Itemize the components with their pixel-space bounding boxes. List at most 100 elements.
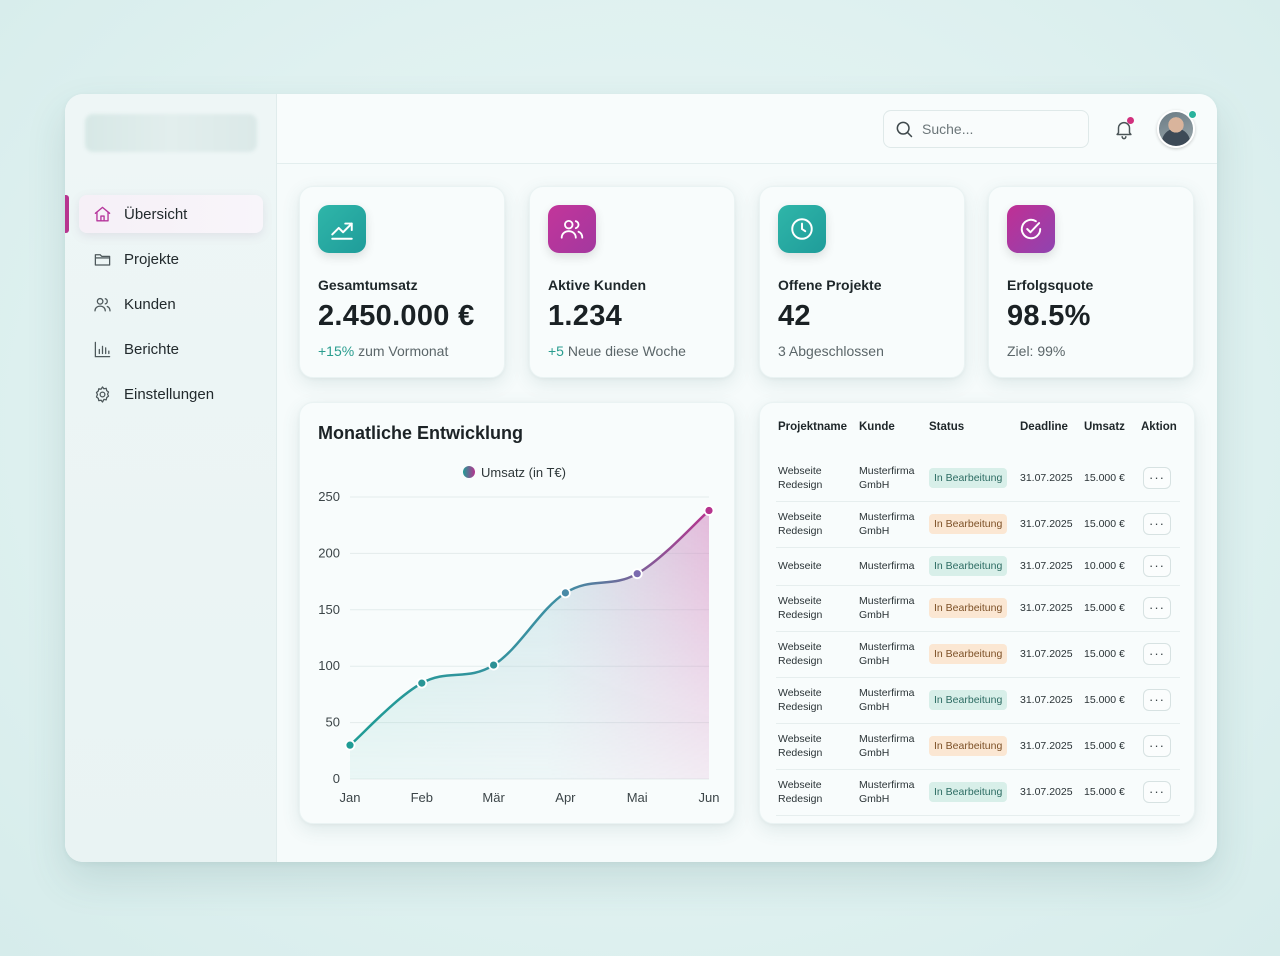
cell-project-name: Webseite Redesign: [776, 723, 857, 770]
kpi-icon-box: [1007, 205, 1055, 253]
active-indicator: [65, 195, 69, 233]
cell-action: ···: [1139, 501, 1180, 548]
table-row[interactable]: Webseite Redesign Musterfirma GmbH In Bear…: [776, 631, 1180, 678]
table-row[interactable]: Webseite Redesign Musterfirma GmbH In Bear…: [776, 585, 1180, 632]
kpi-title: Gesamtumsatz: [318, 277, 418, 293]
cell-deadline-text: 31.07.2025: [1020, 560, 1073, 572]
cell-amount-text: 15.000 €: [1084, 648, 1125, 660]
check-circle-icon: [1020, 218, 1042, 240]
status-badge: In Bearbeitung: [929, 598, 1008, 618]
kpi-value: 98.5%: [1007, 300, 1091, 332]
more-actions-button[interactable]: ···: [1143, 643, 1171, 665]
y-tick-label: 200: [318, 545, 340, 560]
more-actions-button[interactable]: ···: [1143, 597, 1171, 619]
y-tick-label: 250: [318, 489, 340, 504]
more-actions-button[interactable]: ···: [1143, 689, 1171, 711]
cell-amount-text: 15.000 €: [1084, 471, 1125, 484]
home-icon: [94, 206, 111, 222]
column-header[interactable]: Kunde: [857, 421, 927, 455]
more-actions-button[interactable]: ···: [1143, 513, 1171, 535]
column-header[interactable]: Umsatz: [1082, 421, 1139, 455]
x-tick-label: Jan: [340, 790, 361, 805]
more-actions-button[interactable]: ···: [1143, 735, 1171, 757]
column-header[interactable]: Deadline: [1018, 421, 1082, 455]
cell-project-name-text: Webseite: [778, 560, 822, 572]
status-badge: In Bearbeitung: [929, 644, 1008, 664]
search-box[interactable]: [883, 110, 1089, 148]
more-actions-button[interactable]: ···: [1143, 781, 1171, 803]
y-tick-label: 100: [318, 658, 340, 673]
column-header[interactable]: Status: [927, 421, 1018, 455]
table-row[interactable]: Webseite Redesign Musterfirma GmbH In Bear…: [776, 723, 1180, 770]
cell-project-name: Webseite Redesign: [776, 677, 857, 724]
column-header[interactable]: Projektname: [776, 421, 857, 455]
gear-icon: [95, 385, 110, 403]
kpi-value: 2.450.000 €: [318, 300, 475, 332]
kpi-card-offene-projekte: Offene Projekte 42 3 Abgeschlossen: [759, 186, 965, 378]
series-area: [350, 510, 709, 779]
cell-status: In Bearbeitung: [927, 547, 1018, 586]
data-point: [488, 659, 500, 671]
dashboard-window: Übersicht Projekte Kunden Berichte Einst…: [65, 94, 1217, 862]
cell-project-name-text: Webseite Redesign: [778, 779, 823, 805]
data-point: [416, 677, 428, 689]
kpi-subtext: +5 Neue diese Woche: [548, 343, 686, 359]
table-header-row: Projektname Kunde Status Deadline Umsatz…: [776, 421, 1180, 455]
folder-icon: [94, 253, 111, 266]
cell-amount: 15.000 €: [1082, 501, 1139, 548]
table-row[interactable]: Webseite Redesign Musterfirma GmbH In Bear…: [776, 677, 1180, 724]
sidebar-item-berichte[interactable]: Berichte: [79, 330, 263, 368]
cell-status: In Bearbeitung: [927, 631, 1018, 678]
online-status-dot: [1188, 110, 1197, 119]
cell-amount-text: 15.000 €: [1084, 786, 1125, 798]
search-input[interactable]: [922, 121, 1072, 137]
cell-project-name: Webseite Redesign: [776, 455, 857, 502]
projects-table: Projektname Kunde Status Deadline Umsatz…: [776, 421, 1180, 816]
sidebar-item-label: Projekte: [124, 250, 180, 268]
more-actions-button[interactable]: ···: [1143, 466, 1171, 489]
status-badge: In Bearbeitung: [929, 467, 1008, 488]
cell-deadline: 31.07.2025: [1018, 585, 1082, 632]
data-point: [344, 739, 356, 751]
cell-action: ···: [1139, 631, 1180, 678]
table-row[interactable]: Webseite Redesign Musterfirma GmbH In Bear…: [776, 501, 1180, 548]
kpi-change-label: zum Vormonat: [354, 343, 449, 359]
cell-status: In Bearbeitung: [927, 769, 1018, 816]
search-icon: [896, 121, 913, 138]
sidebar-item-uebersicht[interactable]: Übersicht: [79, 195, 263, 233]
cell-client-text: Musterfirma GmbH: [859, 464, 915, 491]
cell-client-text: Musterfirma GmbH: [859, 687, 915, 713]
cell-status: In Bearbeitung: [927, 677, 1018, 724]
cell-deadline-text: 31.07.2025: [1020, 602, 1073, 614]
table-row[interactable]: Webseite Musterfirma In Bearbeitung 31.07.2…: [776, 547, 1180, 586]
x-tick-label: Mär: [482, 790, 505, 805]
cell-client: Musterfirma GmbH: [857, 677, 927, 724]
cell-client: Musterfirma GmbH: [857, 585, 927, 632]
status-badge: In Bearbeitung: [929, 690, 1008, 710]
cell-status: In Bearbeitung: [927, 501, 1018, 548]
cell-client: Musterfirma GmbH: [857, 501, 927, 548]
cell-deadline: 31.07.2025: [1018, 723, 1082, 770]
chart-card: Monatliche Entwicklung 0 50 100 150 200 250 Ja…: [299, 402, 735, 824]
more-actions-button[interactable]: ···: [1143, 555, 1171, 577]
cell-amount: 10.000 €: [1082, 547, 1139, 586]
cell-project-name: Webseite Redesign: [776, 631, 857, 678]
y-tick-label: 0: [333, 771, 340, 786]
cell-action: ···: [1139, 677, 1180, 724]
cell-amount-text: 15.000 €: [1084, 740, 1125, 752]
table-row[interactable]: Webseite Redesign Musterfirma GmbH In Bear…: [776, 455, 1180, 502]
legend-swatch: [463, 466, 475, 478]
x-tick-label: Jun: [699, 790, 720, 805]
sidebar-item-einstellungen[interactable]: Einstellungen: [79, 375, 263, 413]
cell-client-text: Musterfirma GmbH: [859, 641, 915, 667]
legend-label: Umsatz (in T€): [481, 465, 566, 480]
kpi-change: +5: [548, 343, 564, 359]
sidebar-item-kunden[interactable]: Kunden: [79, 285, 263, 323]
kpi-change: +15%: [318, 343, 355, 359]
sidebar-item-projekte[interactable]: Projekte: [79, 240, 263, 278]
sidebar-item-label: Einstellungen: [124, 385, 215, 403]
kpi-icon-box: [778, 205, 826, 253]
cell-deadline: 31.07.2025: [1018, 631, 1082, 678]
table-row[interactable]: Webseite Redesign Musterfirma GmbH In Bear…: [776, 769, 1180, 816]
main-content: Gesamtumsatz 2.450.000 € +15% zum Vormon…: [277, 94, 1217, 862]
